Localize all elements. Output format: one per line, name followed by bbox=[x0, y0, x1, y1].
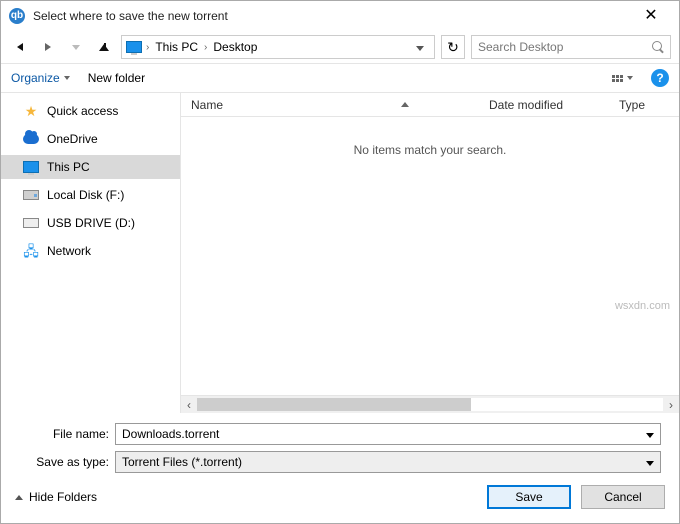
breadcrumb-this-pc[interactable]: This PC bbox=[153, 40, 200, 54]
chevron-up-icon bbox=[15, 495, 23, 500]
sidebar-item-label: Quick access bbox=[47, 104, 118, 118]
sidebar-item-network[interactable]: 🖧 Network bbox=[1, 239, 180, 263]
back-icon bbox=[17, 43, 23, 51]
sidebar: ★ Quick access OneDrive This PC Local Di… bbox=[1, 93, 181, 413]
dialog-body: ★ Quick access OneDrive This PC Local Di… bbox=[1, 93, 679, 413]
help-button[interactable]: ? bbox=[651, 69, 669, 87]
sidebar-item-quick-access[interactable]: ★ Quick access bbox=[1, 99, 180, 123]
toolbar: Organize New folder ? bbox=[1, 63, 679, 93]
chevron-down-icon bbox=[416, 46, 424, 51]
view-options[interactable] bbox=[612, 75, 633, 82]
address-dropdown[interactable] bbox=[410, 40, 430, 54]
refresh-button[interactable]: ↻ bbox=[441, 35, 465, 59]
disk-icon bbox=[23, 187, 39, 203]
refresh-icon: ↻ bbox=[447, 40, 459, 54]
column-type[interactable]: Type bbox=[609, 98, 679, 112]
app-icon: qb bbox=[9, 8, 25, 24]
forward-icon bbox=[45, 43, 51, 51]
sidebar-item-label: Network bbox=[47, 244, 91, 258]
sidebar-item-label: This PC bbox=[47, 160, 90, 174]
chevron-down-icon[interactable] bbox=[646, 427, 654, 441]
search-placeholder: Search Desktop bbox=[478, 40, 563, 54]
column-date-modified[interactable]: Date modified bbox=[479, 98, 609, 112]
file-name-label: File name: bbox=[19, 427, 109, 441]
sidebar-item-label: USB DRIVE (D:) bbox=[47, 216, 135, 230]
pc-icon bbox=[126, 41, 142, 53]
sidebar-item-onedrive[interactable]: OneDrive bbox=[1, 127, 180, 151]
file-name-value: Downloads.torrent bbox=[122, 427, 219, 441]
save-button[interactable]: Save bbox=[487, 485, 571, 509]
sort-asc-icon bbox=[401, 102, 409, 107]
nav-row: › This PC › Desktop ↻ Search Desktop bbox=[1, 31, 679, 63]
empty-state: No items match your search. bbox=[181, 117, 679, 395]
view-icon bbox=[612, 75, 623, 82]
chevron-down-icon bbox=[627, 76, 633, 80]
save-type-label: Save as type: bbox=[19, 455, 109, 469]
titlebar: qb Select where to save the new torrent … bbox=[1, 1, 679, 31]
up-icon bbox=[99, 44, 109, 51]
file-list-area: Name Date modified Type No items match y… bbox=[181, 93, 679, 413]
cloud-icon bbox=[23, 131, 39, 147]
save-type-value: Torrent Files (*.torrent) bbox=[122, 455, 242, 469]
cancel-button[interactable]: Cancel bbox=[581, 485, 665, 509]
close-button[interactable]: ✕ bbox=[631, 1, 671, 31]
sidebar-item-this-pc[interactable]: This PC bbox=[1, 155, 180, 179]
save-type-select[interactable]: Torrent Files (*.torrent) bbox=[115, 451, 661, 473]
chevron-down-icon bbox=[72, 45, 80, 50]
up-button[interactable] bbox=[93, 36, 115, 58]
empty-message: No items match your search. bbox=[354, 143, 507, 157]
window-title: Select where to save the new torrent bbox=[33, 9, 631, 23]
search-input[interactable]: Search Desktop bbox=[471, 35, 671, 59]
dialog-footer: Hide Folders Save Cancel bbox=[1, 477, 679, 523]
forward-button bbox=[37, 36, 59, 58]
network-icon: 🖧 bbox=[23, 243, 39, 259]
scroll-left-button[interactable]: ‹ bbox=[181, 396, 197, 413]
hide-folders-label: Hide Folders bbox=[29, 490, 97, 504]
column-name[interactable]: Name bbox=[181, 98, 479, 112]
new-folder-button[interactable]: New folder bbox=[88, 71, 145, 85]
star-icon: ★ bbox=[23, 103, 39, 119]
organize-menu[interactable]: Organize bbox=[11, 71, 70, 85]
usb-icon bbox=[23, 215, 39, 231]
scroll-thumb[interactable] bbox=[197, 398, 471, 411]
hide-folders-toggle[interactable]: Hide Folders bbox=[15, 490, 97, 504]
sidebar-item-label: Local Disk (F:) bbox=[47, 188, 124, 202]
organize-label: Organize bbox=[11, 71, 60, 85]
address-bar[interactable]: › This PC › Desktop bbox=[121, 35, 435, 59]
scroll-right-button[interactable]: › bbox=[663, 396, 679, 413]
filename-form: File name: Downloads.torrent Save as typ… bbox=[1, 413, 679, 477]
chevron-down-icon bbox=[64, 76, 70, 80]
file-name-input[interactable]: Downloads.torrent bbox=[115, 423, 661, 445]
save-dialog: qb Select where to save the new torrent … bbox=[0, 0, 680, 524]
horizontal-scrollbar[interactable]: ‹ › bbox=[181, 395, 679, 413]
sidebar-item-local-disk[interactable]: Local Disk (F:) bbox=[1, 183, 180, 207]
chevron-right-icon: › bbox=[146, 42, 149, 53]
sidebar-item-label: OneDrive bbox=[47, 132, 98, 146]
recent-dropdown[interactable] bbox=[65, 36, 87, 58]
column-headers: Name Date modified Type bbox=[181, 93, 679, 117]
chevron-down-icon[interactable] bbox=[646, 455, 654, 469]
search-icon bbox=[652, 41, 664, 53]
back-button[interactable] bbox=[9, 36, 31, 58]
sidebar-item-usb-drive[interactable]: USB DRIVE (D:) bbox=[1, 211, 180, 235]
chevron-right-icon: › bbox=[204, 42, 207, 53]
pc-icon bbox=[23, 159, 39, 175]
breadcrumb-desktop[interactable]: Desktop bbox=[211, 40, 259, 54]
